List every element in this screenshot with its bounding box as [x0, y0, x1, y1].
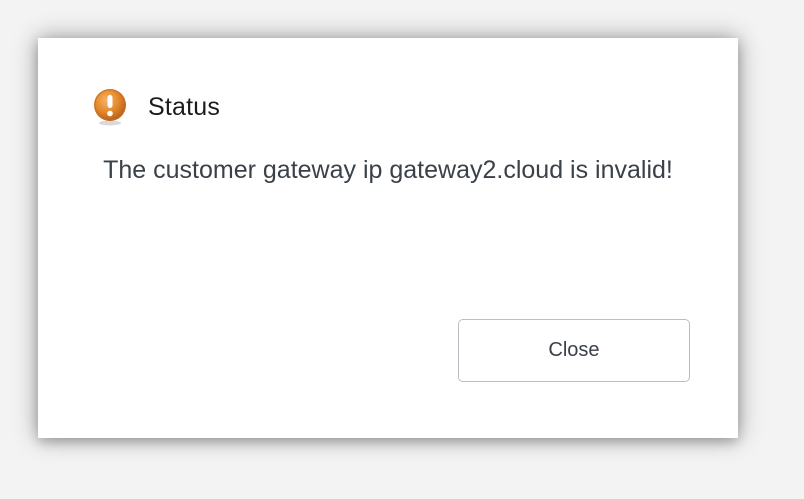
dialog-title: Status — [148, 92, 221, 121]
modal-backdrop: Status The customer gateway ip gateway2.… — [0, 0, 804, 499]
dialog-message: The customer gateway ip gateway2.cloud i… — [103, 156, 673, 184]
status-dialog: Status The customer gateway ip gateway2.… — [38, 38, 738, 438]
warning-exclamation-icon — [92, 88, 128, 126]
close-button[interactable]: Close — [458, 319, 690, 382]
dialog-header: Status — [92, 88, 220, 126]
